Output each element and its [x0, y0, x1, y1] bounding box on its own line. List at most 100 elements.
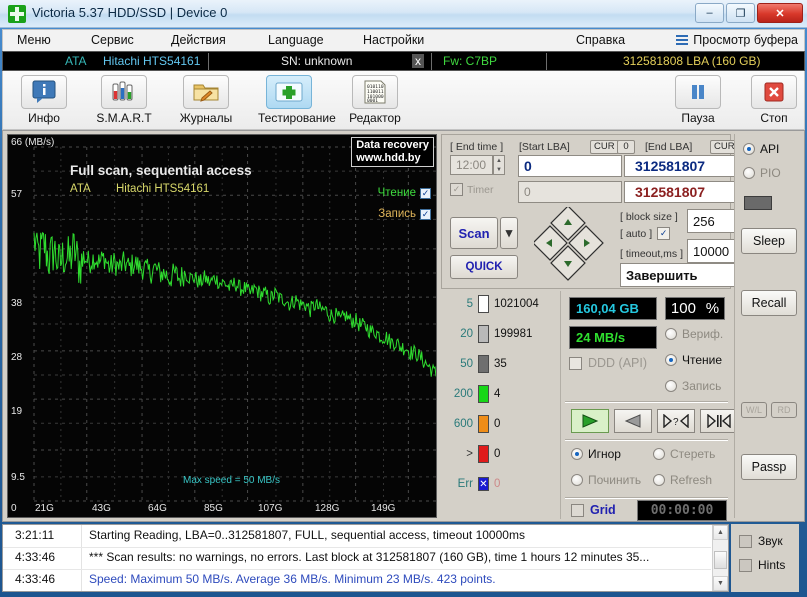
log-row: 4:33:46 Speed: Maximum 50 MB/s. Average … — [3, 569, 711, 591]
menu-item-settings[interactable]: Настройки — [363, 33, 424, 47]
wl-button[interactable]: W/L — [741, 402, 767, 418]
pio-mode-option[interactable]: PIO — [743, 166, 781, 180]
vials-icon — [112, 81, 133, 101]
nav-butterfly-button[interactable] — [700, 409, 738, 433]
scan-speed-graph[interactable]: 66 (MB/s) 57 38 28 19 9.5 0 21G 43G 64G … — [7, 134, 437, 518]
menu-item-help[interactable]: Справка — [576, 33, 625, 47]
toolbar-button-logs[interactable]: Журналы — [175, 75, 237, 125]
hints-option[interactable]: Hints — [739, 558, 785, 572]
graph-subtitle-interface: ATA — [70, 183, 91, 195]
defect-erase-radio[interactable] — [653, 448, 665, 460]
toolbar-button-smart[interactable]: S.M.A.R.T — [93, 75, 155, 125]
ddd-checkbox[interactable] — [569, 356, 582, 370]
stat-row-600: 600 0 — [447, 415, 500, 433]
spinner-up-icon[interactable]: ▲ — [494, 156, 504, 165]
test-cross-icon — [275, 82, 303, 102]
auto-block-option[interactable]: [ auto ] ✓ — [620, 227, 671, 240]
y-tick-0: 0 — [11, 503, 17, 514]
nav-forward-button[interactable] — [571, 409, 609, 433]
spinner-down-icon[interactable]: ▼ — [494, 165, 504, 174]
mode-verify-radio[interactable] — [665, 328, 677, 340]
menu-item-menu[interactable]: Меню — [17, 33, 51, 47]
defect-erase[interactable]: Стереть — [653, 447, 715, 461]
log-panel[interactable]: 3:21:11 Starting Reading, LBA=0..3125818… — [2, 524, 729, 592]
passport-button[interactable]: Passp — [741, 454, 797, 480]
hints-label: Hints — [758, 558, 786, 572]
toolbar-button-stop[interactable]: Стоп — [743, 75, 805, 125]
view-buffer-button[interactable]: Просмотр буфера — [676, 33, 798, 47]
log-scrollbar[interactable]: ▲ ▼ — [712, 525, 728, 591]
start-lba-label: [Start LBA] — [519, 141, 570, 153]
mode-read[interactable]: Чтение — [665, 353, 722, 367]
nav-random-button[interactable]: ? — [657, 409, 695, 433]
scroll-down-icon[interactable]: ▼ — [713, 576, 728, 591]
defect-erase-label: Стереть — [670, 447, 716, 461]
menu-item-service[interactable]: Сервис — [91, 33, 134, 47]
defect-refresh[interactable]: Refresh — [653, 473, 712, 487]
timer-checkbox[interactable]: ✓ — [450, 183, 463, 196]
stat-row-50: 50 35 — [447, 355, 507, 373]
legend-read[interactable]: Чтение ✓ — [378, 187, 431, 199]
sleep-button[interactable]: Sleep — [741, 228, 797, 254]
grid-option[interactable]: Grid — [571, 503, 616, 517]
hints-checkbox[interactable] — [739, 558, 752, 572]
scroll-thumb[interactable] — [714, 551, 727, 569]
scan-button[interactable]: Scan — [450, 217, 498, 249]
start-lba-zero-button[interactable]: 0 — [617, 140, 635, 154]
defect-ignore-radio[interactable] — [571, 448, 583, 460]
defect-repair-label: Починить — [588, 473, 642, 487]
clear-serial-button[interactable]: x — [412, 54, 424, 68]
stat-count-5: 1021004 — [494, 298, 539, 310]
start-lba-input[interactable]: 0 — [518, 155, 622, 177]
minimize-button[interactable]: – — [695, 3, 724, 23]
log-time: 3:21:11 — [15, 528, 55, 542]
sound-option[interactable]: Звук — [739, 534, 783, 548]
api-radio[interactable] — [743, 143, 755, 155]
toolbar-button-testing[interactable]: Тестирование — [258, 75, 336, 125]
defect-repair-radio[interactable] — [571, 474, 583, 486]
mode-write-radio[interactable] — [665, 380, 677, 392]
api-mode-option[interactable]: API — [743, 142, 779, 156]
block-size-value: 256 — [693, 213, 715, 229]
legend-write[interactable]: Запись ✓ — [378, 208, 431, 220]
ddd-api-option[interactable]: DDD (API) — [569, 356, 647, 370]
maximize-button[interactable]: ❐ — [726, 3, 755, 23]
grid-label: Grid — [590, 503, 616, 517]
quick-button[interactable]: QUICK — [450, 255, 518, 279]
toolbar-button-info[interactable]: Инфо — [13, 75, 75, 125]
recall-button[interactable]: Recall — [741, 290, 797, 316]
folder-pencil-icon — [193, 84, 219, 102]
menu-item-language[interactable]: Language — [268, 33, 324, 47]
direction-pad[interactable] — [534, 207, 606, 283]
toolbar-button-editor[interactable]: 010110 110011 101000 0001 Редактор — [344, 75, 406, 125]
start-lba-cur-button[interactable]: CUR — [590, 140, 619, 154]
legend-read-checkbox[interactable]: ✓ — [420, 187, 431, 199]
nav-reverse-button[interactable] — [614, 409, 652, 433]
device-capacity: 312581808 LBA (160 GB) — [623, 54, 761, 68]
toolbar-button-pause[interactable]: Пауза — [667, 75, 729, 125]
menu-item-actions[interactable]: Действия — [171, 33, 226, 47]
auto-checkbox[interactable]: ✓ — [657, 227, 671, 240]
defect-refresh-radio[interactable] — [653, 474, 665, 486]
start-lba-secondary: 0 — [518, 181, 622, 203]
close-button[interactable]: ✕ — [757, 3, 803, 23]
pio-radio[interactable] — [743, 167, 755, 179]
defect-repair[interactable]: Починить — [571, 473, 641, 487]
percent-unit: % — [705, 300, 720, 317]
scroll-up-icon[interactable]: ▲ — [713, 525, 728, 540]
stat-swatch-200 — [478, 385, 489, 403]
legend-write-checkbox[interactable]: ✓ — [420, 208, 431, 220]
sound-checkbox[interactable] — [739, 534, 752, 548]
rd-button[interactable]: RD — [771, 402, 797, 418]
end-time-spinner[interactable]: ▲ ▼ — [493, 155, 505, 175]
grid-checkbox[interactable] — [571, 503, 584, 517]
mode-write[interactable]: Запись — [665, 379, 721, 393]
timer-option[interactable]: ✓ Timer — [450, 183, 493, 196]
end-time-input[interactable]: 12:00 — [450, 155, 493, 175]
mode-verify[interactable]: Вериф. — [665, 327, 723, 341]
defect-ignore[interactable]: Игнор — [571, 447, 621, 461]
toolbar-label-smart: S.M.A.R.T — [96, 111, 152, 125]
mode-read-radio[interactable] — [665, 354, 677, 366]
scan-dropdown-button[interactable]: ▾ — [500, 217, 518, 249]
timeout-label: [ timeout,ms ] — [620, 248, 684, 260]
